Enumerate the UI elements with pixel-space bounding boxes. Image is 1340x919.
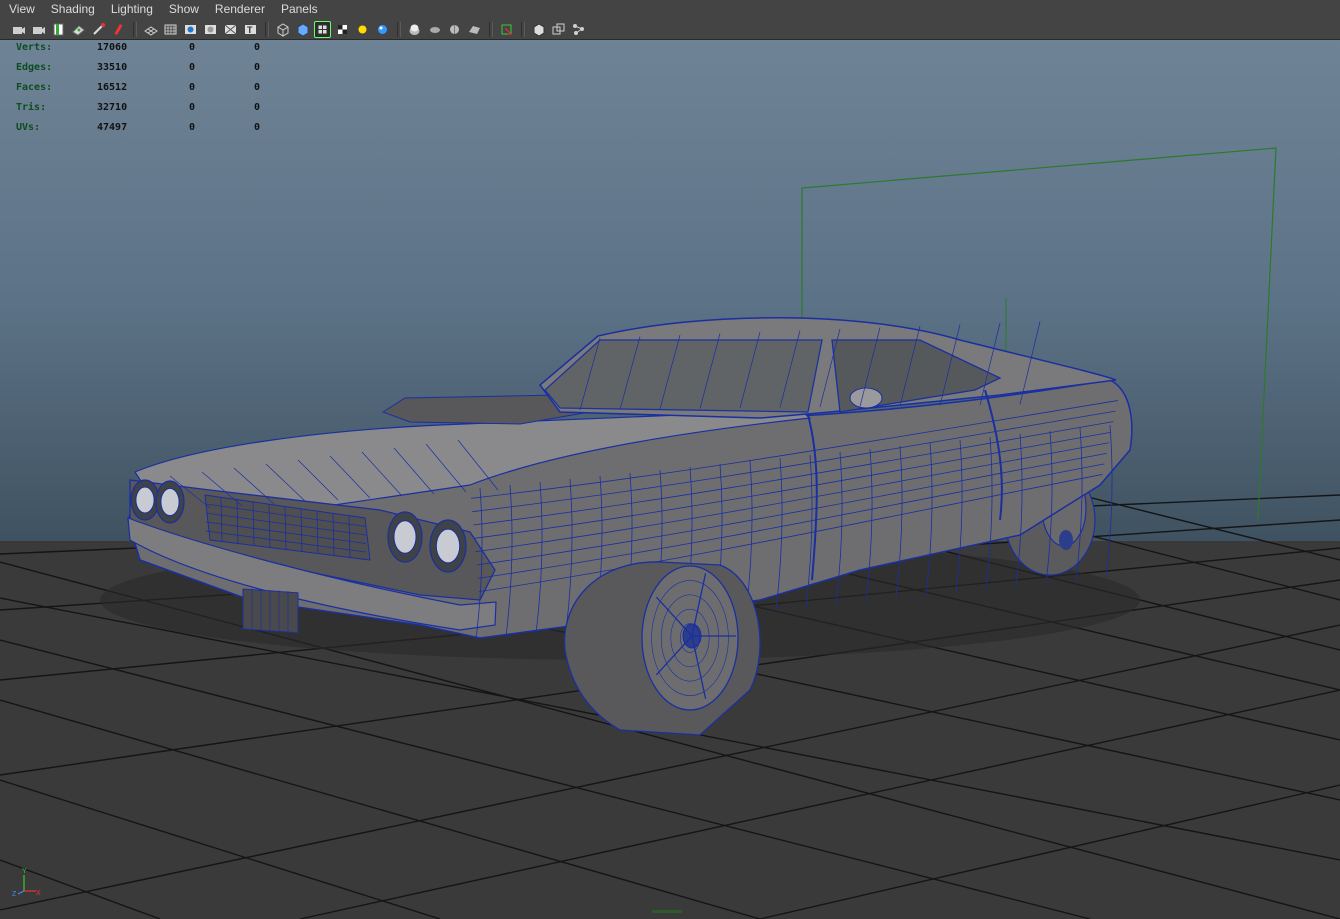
image-plane-icon[interactable] [70,21,87,38]
resolution-gate-icon[interactable] [182,21,199,38]
xray-components-icon[interactable] [570,21,587,38]
isolate-icon[interactable] [110,21,127,38]
toolbar-separator [265,21,269,37]
field-chart-icon[interactable] [222,21,239,38]
hud-stat-value: 0 [189,82,196,93]
axis-y-label: Y [22,868,27,875]
gate-mask-icon[interactable] [202,21,219,38]
menu-shading[interactable]: Shading [43,0,103,19]
toolbar-separator [521,21,525,37]
hud-stat-label: Verts: [16,42,53,53]
menu-renderer[interactable]: Renderer [207,0,273,19]
wireframe-icon[interactable] [274,21,291,38]
hud-stat-label: Tris: [16,102,47,113]
grease-pencil-icon[interactable] [90,21,107,38]
film-gate-icon[interactable] [162,21,179,38]
hud-stat-value: 47497 [97,122,128,133]
hud-stat-value: 0 [254,82,261,93]
menu-show[interactable]: Show [161,0,207,19]
scene-canvas[interactable] [0,40,1340,919]
camera-attributes-icon[interactable] [30,21,47,38]
panel-toolbar: T [0,19,1340,40]
hud-stat-value: 0 [254,42,261,53]
hud-stat-value: 33510 [97,62,128,73]
shadows-icon[interactable] [374,21,391,38]
rear-hub [1059,530,1073,550]
xray-joints-icon[interactable] [550,21,567,38]
hud-stat-value: 0 [254,62,261,73]
menu-view[interactable]: View [0,0,43,19]
camera-select-icon[interactable] [10,21,27,38]
grid-line [0,779,441,919]
hud-stat-value: 0 [189,122,196,133]
grid-icon[interactable] [142,21,159,38]
headlight-lens [160,487,180,517]
backface-culling-icon[interactable] [530,21,547,38]
smooth-shade-icon[interactable] [294,21,311,38]
headlight-lens [435,528,461,564]
use-all-lights-icon[interactable] [354,21,371,38]
headlight-lens [393,520,417,554]
depth-of-field-icon[interactable] [466,21,483,38]
maya-viewport-panel: View Shading Lighting Show Renderer Pane… [0,0,1340,919]
screen-space-ambient-occlusion-icon[interactable] [406,21,423,38]
svg-text:T: T [247,25,253,35]
panel-focus-indicator [652,910,682,913]
axis-z-label: Z [12,891,17,897]
car-model[interactable] [100,317,1140,736]
hud-stat-value: 0 [189,42,196,53]
toolbar-separator [489,21,493,37]
hud-stat-label: UVs: [16,122,41,133]
grid-line [299,689,1340,919]
hud-stat-value: 0 [189,102,196,113]
axis-x-label: X [36,890,41,897]
hud-stat-value: 0 [254,102,261,113]
hud-stat-value: 0 [189,62,196,73]
textured-icon[interactable] [334,21,351,38]
license-plate [242,588,299,634]
safe-title-icon[interactable]: T [242,21,259,38]
3d-viewport[interactable]: Verts: 17060 0 0 Edges: 33510 0 0 Faces: 16512 0 0 T… [0,40,1340,919]
headlight-lens [135,486,155,514]
hud-stat-label: Faces: [16,82,53,93]
grid-line [759,784,1340,919]
toolbar-separator [397,21,401,37]
xray-icon[interactable] [498,21,515,38]
bookmark-icon[interactable] [50,21,67,38]
hud-stat-value: 0 [254,122,261,133]
side-mirror [849,387,883,409]
hud-stat-label: Edges: [16,62,53,73]
grid-line [1079,494,1340,561]
hud-stat-value: 16512 [97,82,128,93]
anti-aliasing-icon[interactable] [446,21,463,38]
toolbar-separator [133,21,137,37]
hud-stat-value: 17060 [97,42,128,53]
menu-lighting[interactable]: Lighting [103,0,161,19]
panel-menu-bar: View Shading Lighting Show Renderer Pane… [0,0,1340,19]
view-axis-indicator: Y X Z [12,868,41,897]
hud-stat-value: 32710 [97,102,128,113]
wireframe-on-shaded-icon[interactable] [314,20,331,38]
motion-blur-icon[interactable] [426,21,443,38]
menu-panels[interactable]: Panels [273,0,326,19]
